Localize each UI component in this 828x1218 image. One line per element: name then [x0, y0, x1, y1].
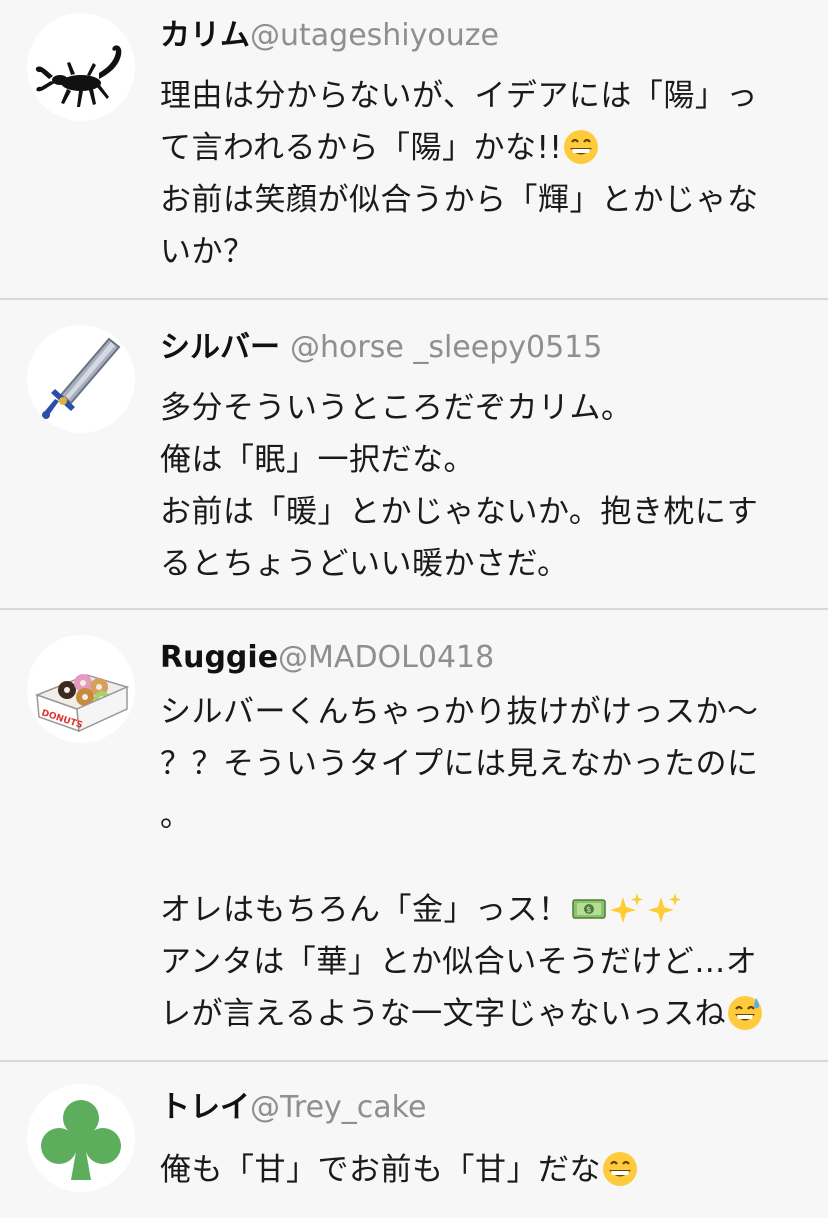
money-icon: $ [571, 891, 607, 927]
author-handle[interactable]: @Trey_cake [250, 1090, 426, 1125]
text-line-content: て言われるから「陽」かな!! [160, 130, 563, 166]
text-line: 理由は分からないが、イデアには「陽」っ [160, 78, 758, 114]
text-line-content: 俺も「甘」でお前も「甘」だな [160, 1152, 601, 1188]
post-text: シルバーくんちゃっかり抜けがけっスか〜 ？？そういうタイプには見えなかったのに … [160, 686, 800, 1040]
text-line: 。 [160, 798, 192, 834]
author-handle[interactable]: @MADOL0418 [278, 640, 494, 675]
grinning-face-icon [563, 129, 599, 165]
post-item: DONUTS Ruggie@MADOL0418 シルバーくんちゃっかり抜けがけっ… [0, 610, 828, 1062]
post-text: 理由は分からないが、イデアには「陽」っ て言われるから「陽」かな!! お前は笑顔… [160, 70, 800, 278]
author-name[interactable]: カリム [160, 18, 250, 53]
author-handle[interactable]: @horse _sleepy0515 [290, 330, 602, 365]
text-line: シルバーくんちゃっかり抜けがけっスか〜 [160, 694, 759, 730]
author-name[interactable]: シルバー [160, 330, 280, 365]
text-line: アンタは「華」とか似合いそうだけど…オ [160, 944, 758, 980]
text-line: 俺も「甘」でお前も「甘」だな [160, 1144, 800, 1196]
author-handle[interactable]: @utageshiyouze [250, 18, 499, 53]
text-line: ？？そういうタイプには見えなかったのに [160, 746, 759, 782]
text-line: オレはもちろん「金」っス！ $ [160, 884, 800, 936]
text-line: レが言えるような一文字じゃないっスね [160, 988, 800, 1040]
donut-box-icon: DONUTS [34, 674, 130, 733]
text-line: お前は笑顔が似合うから「輝」とかじゃな [160, 182, 759, 218]
avatar[interactable]: DONUTS [27, 635, 135, 743]
reply-feed: カリム@utageshiyouze 理由は分からないが、イデアには「陽」っ て言… [0, 0, 828, 1218]
sparkles-icon [647, 891, 683, 927]
post-text: 多分そういうところだぞカリム。 俺は「眠」一択だな。 お前は「暖」とかじゃないか… [160, 382, 800, 590]
text-line-content: レが言えるような一文字じゃないっスね [160, 996, 727, 1032]
avatar[interactable] [27, 1084, 135, 1192]
sweat-smile-icon [727, 995, 763, 1031]
avatar[interactable] [27, 325, 135, 433]
sword-icon [42, 337, 121, 419]
svg-text:$: $ [586, 905, 592, 914]
post-item: トレイ@Trey_cake 俺も「甘」でお前も「甘」だな [0, 1062, 828, 1218]
post-item: カリム@utageshiyouze 理由は分からないが、イデアには「陽」っ て言… [0, 0, 828, 300]
text-line-content: オレはもちろん「金」っス！ [160, 892, 570, 928]
post-item: シルバー @horse _sleepy0515 多分そういうところだぞカリム。 俺… [0, 300, 828, 610]
text-line: て言われるから「陽」かな!! [160, 122, 800, 174]
text-line: 俺は「眠」一択だな。 [160, 442, 475, 478]
grinning-face-icon [602, 1151, 638, 1187]
text-line: お前は「暖」とかじゃないか。抱き枕にす [160, 494, 759, 530]
scorpion-icon [35, 45, 122, 107]
text-line: るとちょうどいい暖かさだ。 [160, 546, 569, 582]
club-icon [41, 1100, 121, 1180]
post-text: 俺も「甘」でお前も「甘」だな [160, 1144, 800, 1196]
text-line: 多分そういうところだぞカリム。 [160, 390, 633, 426]
avatar[interactable] [27, 13, 135, 121]
sparkles-icon [609, 891, 645, 927]
text-line: いか？ [160, 234, 255, 270]
author-name[interactable]: Ruggie [160, 640, 278, 675]
author-name[interactable]: トレイ [160, 1090, 250, 1125]
